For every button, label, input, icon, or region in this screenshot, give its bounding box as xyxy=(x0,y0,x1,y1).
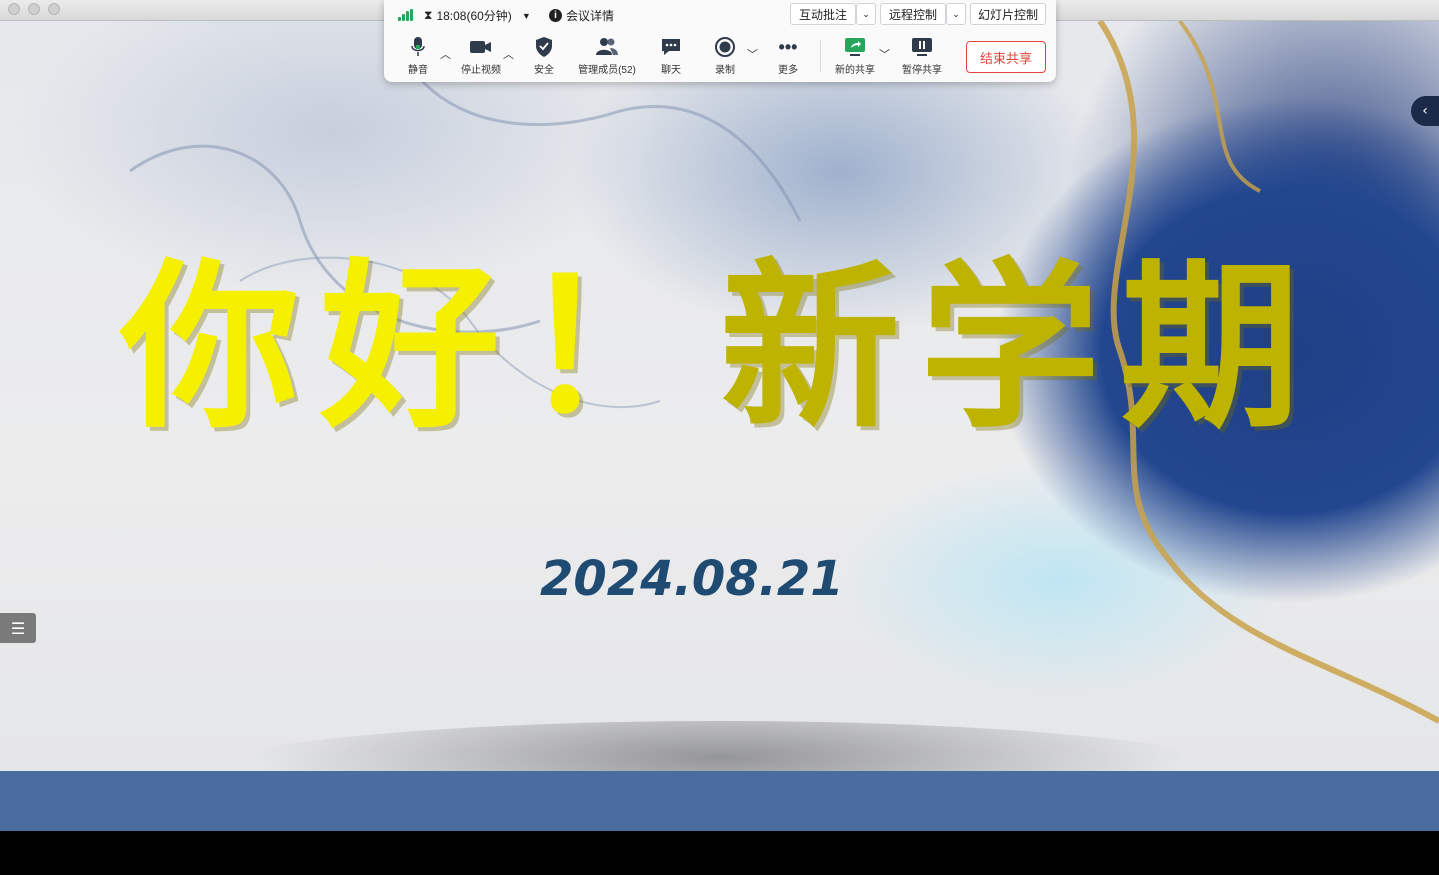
shared-slide: 你好！ 新学期 2024.08.21 xyxy=(0,21,1439,771)
timer-label: 18:08(60分钟) xyxy=(436,9,512,23)
record-icon xyxy=(695,36,755,58)
slide-headline: 你好！ 新学期 xyxy=(40,211,1400,453)
share-options-chevron-icon[interactable]: ﹀ xyxy=(879,46,890,62)
chat-bubble-icon xyxy=(641,36,701,58)
manage-members-button[interactable]: 管理成员(52) xyxy=(570,36,644,78)
meeting-toolbar: ⧗ 18:08(60分钟) ▼ i 会议详情 互动批注 ⌄ 远程控制 ⌄ 幻灯片… xyxy=(384,0,1056,82)
headline-new-semester: 新学期 xyxy=(720,241,1321,453)
stop-video-button[interactable]: 停止视频 xyxy=(451,36,511,78)
remote-control-dropdown-button[interactable]: ⌄ xyxy=(946,3,966,25)
new-share-label: 新的共享 xyxy=(835,65,875,76)
video-options-caret-icon[interactable]: ︿ xyxy=(503,46,514,62)
security-button[interactable]: 安全 xyxy=(514,36,574,78)
chat-label: 聊天 xyxy=(661,65,681,76)
minimize-window-icon[interactable] xyxy=(28,3,40,15)
chevron-down-icon: ⌄ xyxy=(952,8,960,19)
manage-members-label: 管理成员(52) xyxy=(578,65,636,76)
more-label: 更多 xyxy=(778,65,798,76)
chevron-left-icon: ‹ xyxy=(1422,103,1428,119)
network-signal-icon xyxy=(398,9,413,21)
end-share-button[interactable]: 结束共享 xyxy=(966,41,1046,73)
remote-control-button[interactable]: 远程控制 xyxy=(880,3,946,25)
meeting-details-link[interactable]: i 会议详情 xyxy=(549,7,614,24)
mute-label: 静音 xyxy=(408,65,428,76)
list-icon: ☰ xyxy=(10,618,26,638)
headline-greeting: 你好！ xyxy=(119,241,720,453)
stop-video-label: 停止视频 xyxy=(461,65,501,76)
slide-footer-band xyxy=(0,771,1439,831)
slide-control-button[interactable]: 幻灯片控制 xyxy=(970,3,1046,25)
hourglass-icon: ⧗ xyxy=(424,8,433,22)
audio-options-caret-icon[interactable]: ︿ xyxy=(440,46,451,62)
microphone-icon xyxy=(388,36,448,58)
info-icon: i xyxy=(549,9,562,22)
shield-icon xyxy=(514,36,574,58)
slide-date: 2024.08.21 xyxy=(540,551,844,607)
share-screen-icon xyxy=(825,36,885,58)
slide-list-button[interactable]: ☰ xyxy=(0,613,36,643)
record-label: 录制 xyxy=(715,65,735,76)
meeting-timer[interactable]: ⧗ 18:08(60分钟) ▼ xyxy=(424,7,531,24)
record-options-chevron-icon[interactable]: ﹀ xyxy=(747,46,758,62)
security-label: 安全 xyxy=(534,65,554,76)
more-button[interactable]: ••• 更多 xyxy=(758,36,818,78)
more-dots-icon: ••• xyxy=(778,37,798,57)
new-share-button[interactable]: 新的共享 xyxy=(825,36,885,78)
close-window-icon[interactable] xyxy=(8,3,20,15)
meeting-details-label: 会议详情 xyxy=(566,9,615,23)
pause-share-label: 暂停共享 xyxy=(902,65,942,76)
mute-button[interactable]: 静音 xyxy=(388,36,448,78)
collapse-panel-button[interactable]: ‹ xyxy=(1411,96,1439,126)
annotate-dropdown-button[interactable]: ⌄ xyxy=(856,3,876,25)
chat-button[interactable]: 聊天 xyxy=(641,36,701,78)
zoom-window-icon[interactable] xyxy=(48,3,60,15)
pause-share-icon xyxy=(892,36,952,58)
chevron-down-icon: ⌄ xyxy=(862,8,870,19)
members-icon xyxy=(570,36,644,58)
caret-down-icon[interactable]: ▼ xyxy=(522,11,531,21)
pause-share-button[interactable]: 暂停共享 xyxy=(892,36,952,78)
toolbar-top-row: ⧗ 18:08(60分钟) ▼ i 会议详情 互动批注 ⌄ 远程控制 ⌄ 幻灯片… xyxy=(384,0,1056,30)
video-camera-icon xyxy=(451,36,511,58)
annotate-button[interactable]: 互动批注 xyxy=(790,3,856,25)
toolbar-divider xyxy=(820,40,821,72)
record-button[interactable]: 录制 xyxy=(695,36,755,78)
